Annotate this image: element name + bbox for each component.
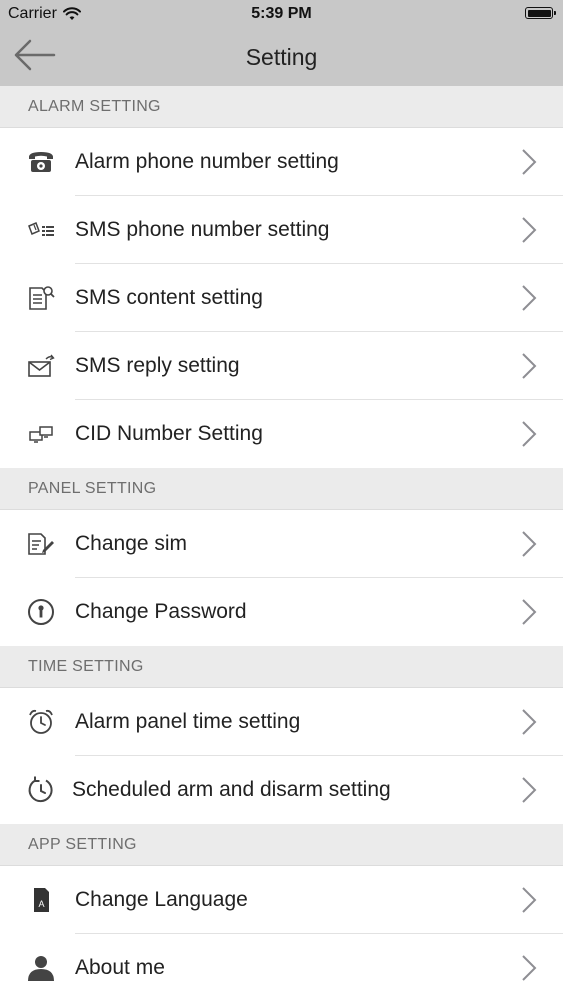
page-title: Setting [245,44,318,70]
monitor-network-icon [26,419,56,449]
chevron-right-icon [521,420,537,448]
chevron-right-icon [521,954,537,982]
row-sms-reply[interactable]: SMS reply setting [0,332,563,400]
envelope-reply-icon [26,351,56,381]
row-change-password[interactable]: Change Password [0,578,563,646]
row-change-language[interactable]: A Change Language [0,866,563,934]
language-letter: A [38,899,44,909]
language-file-icon: A [26,885,56,915]
navigation-header: Carrier 5:39 PM Setting [0,0,563,86]
row-cid-number[interactable]: CID Number Setting [0,400,563,468]
chevron-right-icon [521,530,537,558]
section-header-app: APP SETTING [0,824,563,866]
row-about-me[interactable]: About me [0,934,563,1002]
chevron-right-icon [521,284,537,312]
row-label: SMS reply setting [75,354,240,377]
row-label: Change Password [75,600,247,623]
chevron-right-icon [521,148,537,176]
sms-list-icon [26,215,56,245]
chevron-right-icon [521,216,537,244]
person-icon [26,953,56,983]
clock-refresh-icon [26,775,56,805]
row-label: Alarm phone number setting [75,150,339,173]
section-header-time: TIME SETTING [0,646,563,688]
battery-icon [525,7,556,19]
row-label: Alarm panel time setting [75,710,301,733]
row-label: SMS phone number setting [75,218,330,241]
settings-list: ALARM SETTING Alarm phone number setting [0,86,563,1002]
row-alarm-phone-number[interactable]: Alarm phone number setting [0,128,563,196]
row-sms-content[interactable]: SMS content setting [0,264,563,332]
telephone-icon [26,147,56,177]
row-label: Change sim [75,532,188,555]
row-scheduled-arm-disarm[interactable]: Scheduled arm and disarm setting [0,756,563,824]
chevron-right-icon [521,708,537,736]
section-header-alarm: ALARM SETTING [0,86,563,128]
row-label: SMS content setting [75,286,263,309]
row-label: About me [75,956,165,979]
document-edit-icon [26,529,56,559]
row-label: Scheduled arm and disarm setting [72,778,391,801]
alarm-clock-icon [26,707,56,737]
row-sms-phone-number[interactable]: SMS phone number setting [0,196,563,264]
chevron-right-icon [521,886,537,914]
row-alarm-panel-time[interactable]: Alarm panel time setting [0,688,563,756]
row-change-sim[interactable]: Change sim [0,510,563,578]
chevron-right-icon [521,598,537,626]
chevron-right-icon [521,352,537,380]
section-header-panel: PANEL SETTING [0,468,563,510]
keyhole-icon [26,597,56,627]
status-bar: Carrier 5:39 PM [0,0,563,28]
row-label: CID Number Setting [75,422,263,445]
document-search-icon [26,283,56,313]
chevron-right-icon [521,776,537,804]
row-label: Change Language [75,888,248,911]
status-time: 5:39 PM [251,5,312,22]
